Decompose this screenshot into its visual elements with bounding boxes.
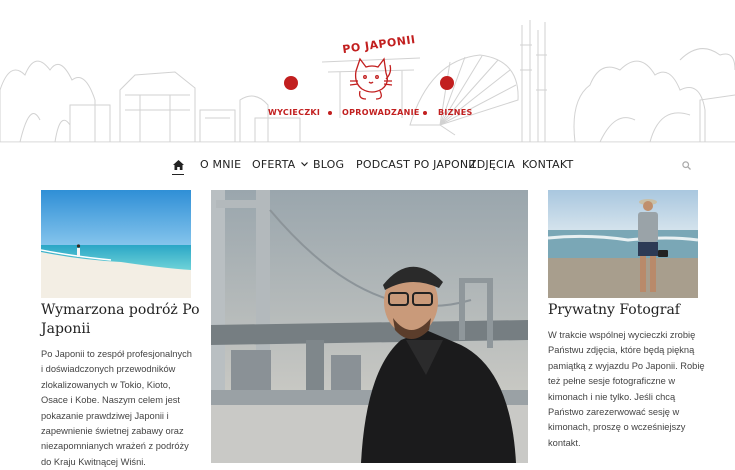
text-line: pokazanie prawdziwej Japonii i (41, 410, 169, 421)
hero-portrait-image (211, 190, 528, 463)
nav-item-blog[interactable]: BLOG (313, 158, 344, 171)
text-line: kimonach i nie tylko. Jeśli chcą (548, 391, 676, 402)
header-banner: PO JAPONII WYCIECZKI OPROWADZANIE BIZNES (0, 0, 735, 142)
tagline-oprowadzanie: OPROWADZANIE (342, 108, 420, 117)
text-line: Osace i Kobe. Naszym celem jest (41, 395, 180, 406)
tagline-separator-dot (328, 111, 332, 115)
text-line: i doświadczonych przewodników (41, 364, 176, 375)
photographer-photo-image (548, 190, 698, 298)
text-line: Państwo zarezerwować sesję w (548, 407, 680, 418)
beach-photo-image (41, 190, 191, 298)
tagline-biznes: BIZNES (438, 108, 473, 117)
active-nav-indicator (172, 174, 184, 175)
red-sun-left (284, 76, 298, 90)
left-card-title-line1: Wymarzona podróż Po (41, 302, 200, 318)
text-line: Państwu zdjęcia, które będą piękną (548, 345, 695, 356)
text-line: Po Japonii to zespół profesjonalnych (41, 349, 192, 359)
text-line: kontakt. (548, 437, 581, 448)
chevron-down-icon (301, 162, 309, 167)
text-line: zapewnienie świetnej zabawy oraz (41, 426, 184, 437)
nav-item-kontakt[interactable]: KONTAKT (522, 158, 573, 171)
right-card-title: Prywatny Fotograf (548, 302, 680, 318)
cat-mascot-icon (349, 57, 393, 100)
nav-item-zdjecia[interactable]: ZDJĘCIA (469, 158, 515, 171)
home-icon[interactable] (173, 160, 184, 170)
text-line: W trakcie wspólnej wycieczki zrobię (548, 330, 696, 340)
hero-portrait-photo[interactable] (211, 190, 528, 463)
nav-item-oferta[interactable]: OFERTA (252, 158, 309, 171)
text-line: do Kraju Kwitnącej Wiśni. (41, 456, 146, 467)
text-line: niezapomnianych wrażeń z podróży (41, 441, 189, 452)
right-card-description: W trakcie wspólnej wycieczki zrobię Pańs… (548, 328, 708, 451)
left-card-description: Po Japonii to zespół profesjonalnych i d… (41, 347, 196, 470)
text-line: kimonach, proszę o wcześniejszy (548, 422, 686, 433)
nav-item-oferta-label: OFERTA (252, 158, 296, 171)
text-line: też pełne sesje fotograficzne w (548, 376, 676, 387)
left-card-title-line2: Japonii (41, 321, 91, 337)
text-line: zlokalizowanych w Tokio, Kioto, (41, 379, 171, 390)
beach-photo[interactable] (41, 190, 191, 298)
tagline-wycieczki: WYCIECZKI (268, 108, 321, 117)
tagline-separator-dot (423, 111, 427, 115)
photographer-photo[interactable] (548, 190, 698, 298)
nav-item-o-mnie[interactable]: O MNIE (200, 158, 241, 171)
red-sun-right (440, 76, 454, 90)
text-line: pamiątką z wyjazdu Po Japonii. Robię (548, 360, 705, 371)
nav-item-podcast[interactable]: PODCAST PO JAPONII (356, 158, 475, 171)
search-icon[interactable] (682, 161, 691, 170)
main-navigation: O MNIE OFERTA BLOG PODCAST PO JAPONII ZD… (0, 142, 735, 187)
